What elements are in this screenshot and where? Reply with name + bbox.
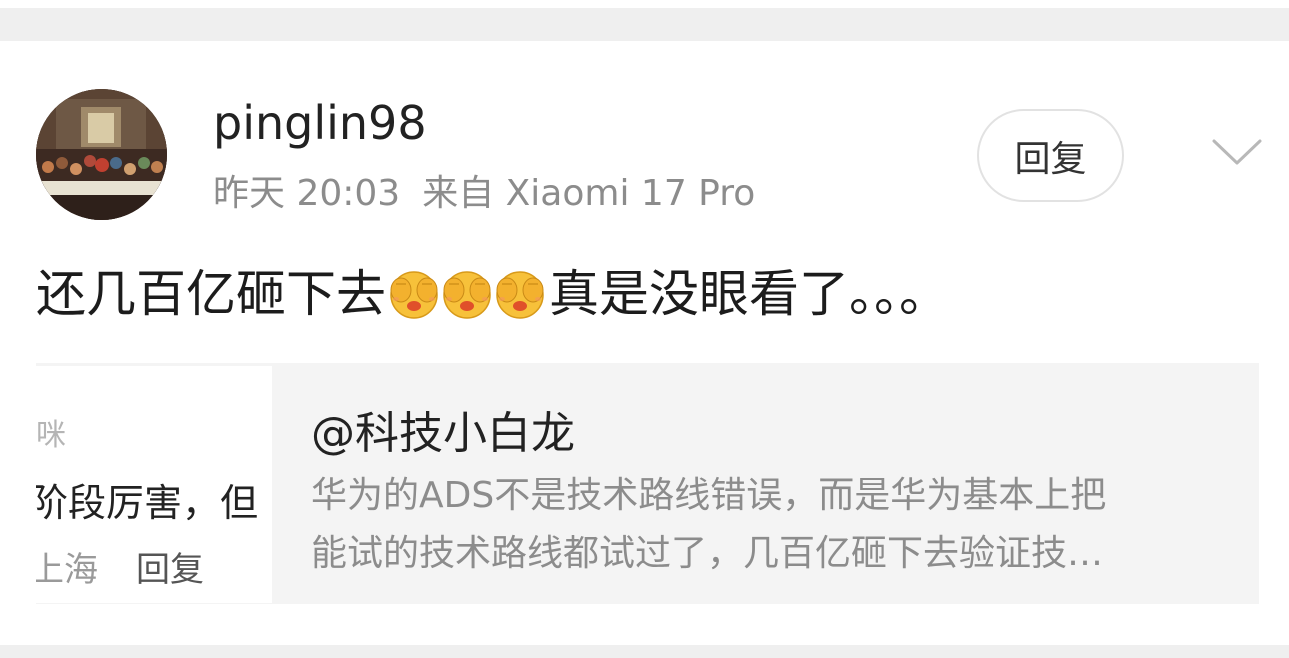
post-content: 还几百亿砸下去 真是没眼看了。。。 [36,259,949,329]
bottom-gap [0,645,1289,658]
cover-face-emoji [390,271,438,319]
reply-button[interactable]: 回复 [977,109,1124,202]
thumbnail-location: 上海 [36,550,98,590]
thumbnail-reply: 回复 [136,550,204,590]
avatar[interactable] [36,89,167,220]
quoted-body-line2: 能试的技术路线都试过了，几百亿砸下去验证技… [311,533,1104,574]
quoted-thumbnail: 咪 阶段厉害，但 上海 回复 [36,366,272,603]
quoted-body-line1: 华为的ADS不是技术路线错误，而是华为基本上把 [311,475,1107,516]
chevron-down-icon[interactable] [1210,131,1264,171]
cover-face-emoji [443,271,491,319]
post-meta: 昨天 20:03 来自 Xiaomi 17 Pro [213,171,755,217]
avatar-image [36,89,167,220]
top-gap [0,8,1289,41]
top-separator [0,0,1289,8]
emoji-group [388,268,547,320]
thumbnail-text-line2: 阶段厉害，但 [36,481,259,525]
quoted-body: 华为的ADS不是技术路线错误，而是华为基本上把 能试的技术路线都试过了，几百亿砸… [311,467,1221,583]
post-text-before: 还几百亿砸下去 [36,265,386,323]
username[interactable]: pinglin98 [213,95,427,151]
post-source: 来自 Xiaomi 17 Pro [422,173,756,214]
quoted-author[interactable]: @科技小白龙 [311,397,575,461]
post-time: 昨天 20:03 [213,173,401,214]
thumbnail-text-line1: 咪 [36,418,66,453]
quoted-post[interactable]: 咪 阶段厉害，但 上海 回复 @科技小白龙 华为的ADS不是技术路线错误，而是华… [36,363,1259,604]
cover-face-emoji [496,271,544,319]
post-card: pinglin98 昨天 20:03 来自 Xiaomi 17 Pro 回复 还几… [0,41,1289,645]
post-text-after: 真是没眼看了。。。 [549,265,949,323]
